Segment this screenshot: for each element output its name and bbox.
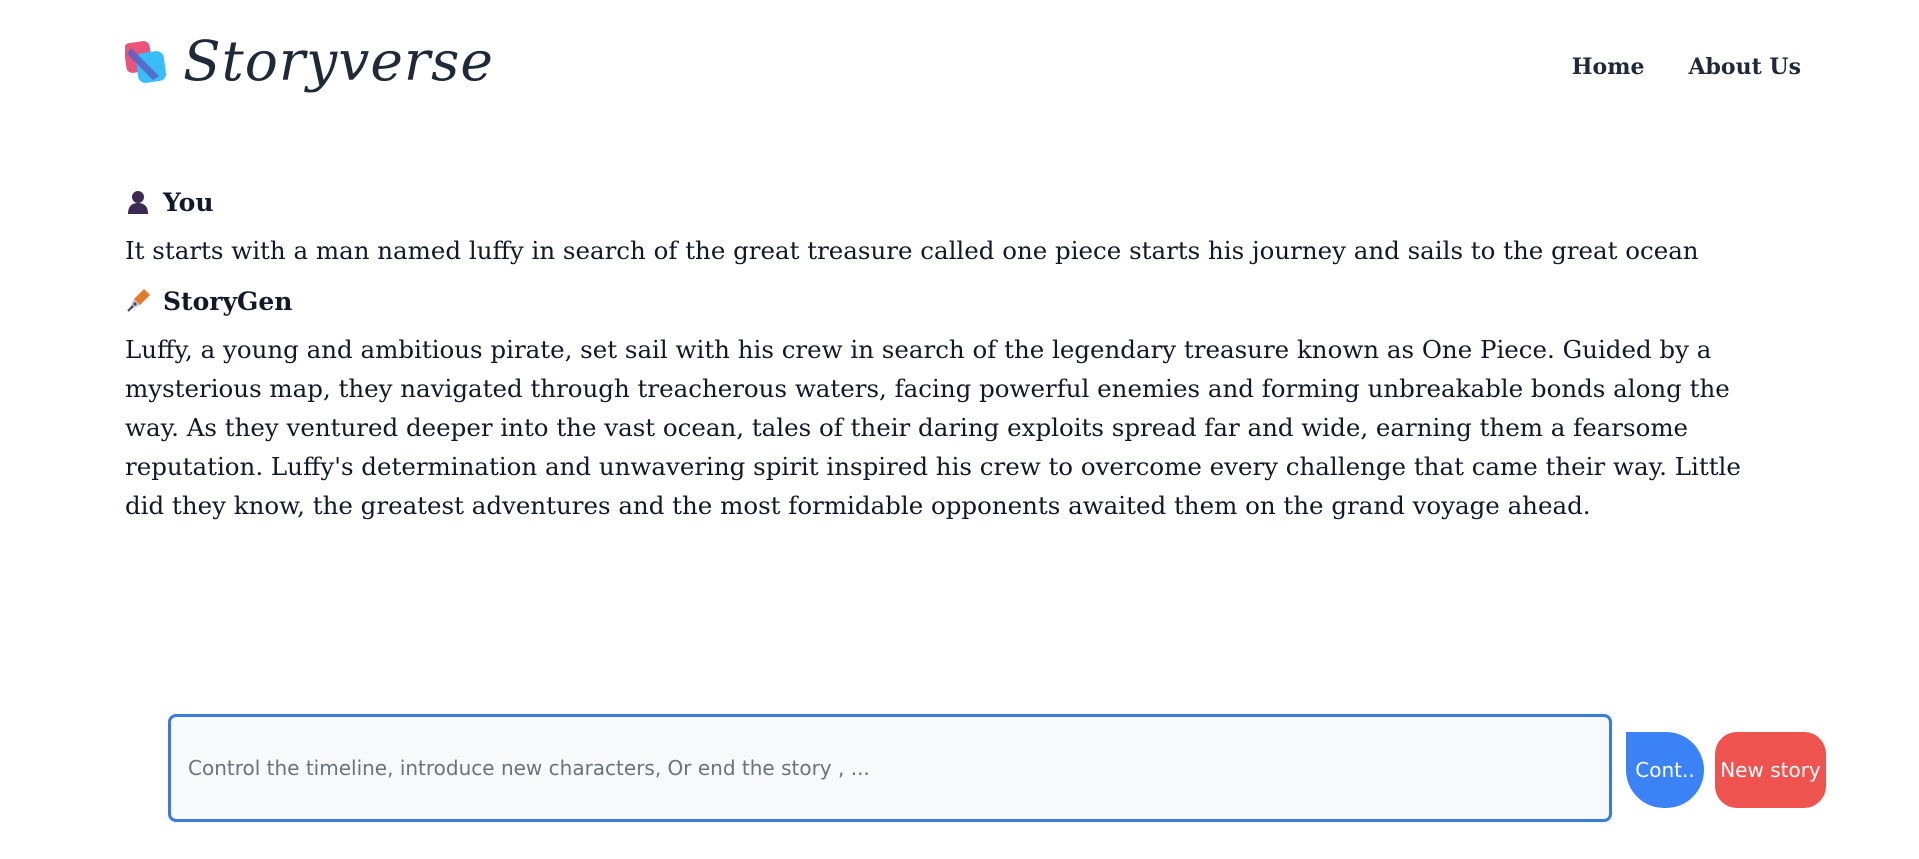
brand-name: Storyverse — [183, 29, 494, 93]
pen-nib-icon — [125, 288, 151, 314]
bot-message: Luffy, a young and ambitious pirate, set… — [125, 335, 1741, 520]
composer: Cont.. New story — [168, 714, 1828, 828]
main-nav: Home About Us — [1572, 54, 1801, 80]
storyverse-logo-icon — [123, 40, 167, 84]
speaker-name-user: You — [163, 187, 214, 217]
nav-about-us[interactable]: About Us — [1688, 54, 1801, 80]
speaker-user: You — [125, 185, 1785, 219]
brand-logo[interactable]: Storyverse — [123, 29, 494, 93]
conversation: You It starts with a man named luffy in … — [125, 185, 1785, 539]
speaker-bot: StoryGen — [125, 284, 1785, 318]
story-prompt-input[interactable] — [168, 714, 1612, 822]
site-header: Storyverse Home About Us — [0, 0, 1919, 140]
nav-home[interactable]: Home — [1572, 54, 1645, 80]
user-message: It starts with a man named luffy in sear… — [125, 236, 1699, 265]
continue-button[interactable]: Cont.. — [1626, 732, 1704, 808]
user-icon — [125, 189, 151, 215]
new-story-button[interactable]: New story — [1715, 732, 1826, 808]
speaker-name-bot: StoryGen — [163, 286, 293, 316]
